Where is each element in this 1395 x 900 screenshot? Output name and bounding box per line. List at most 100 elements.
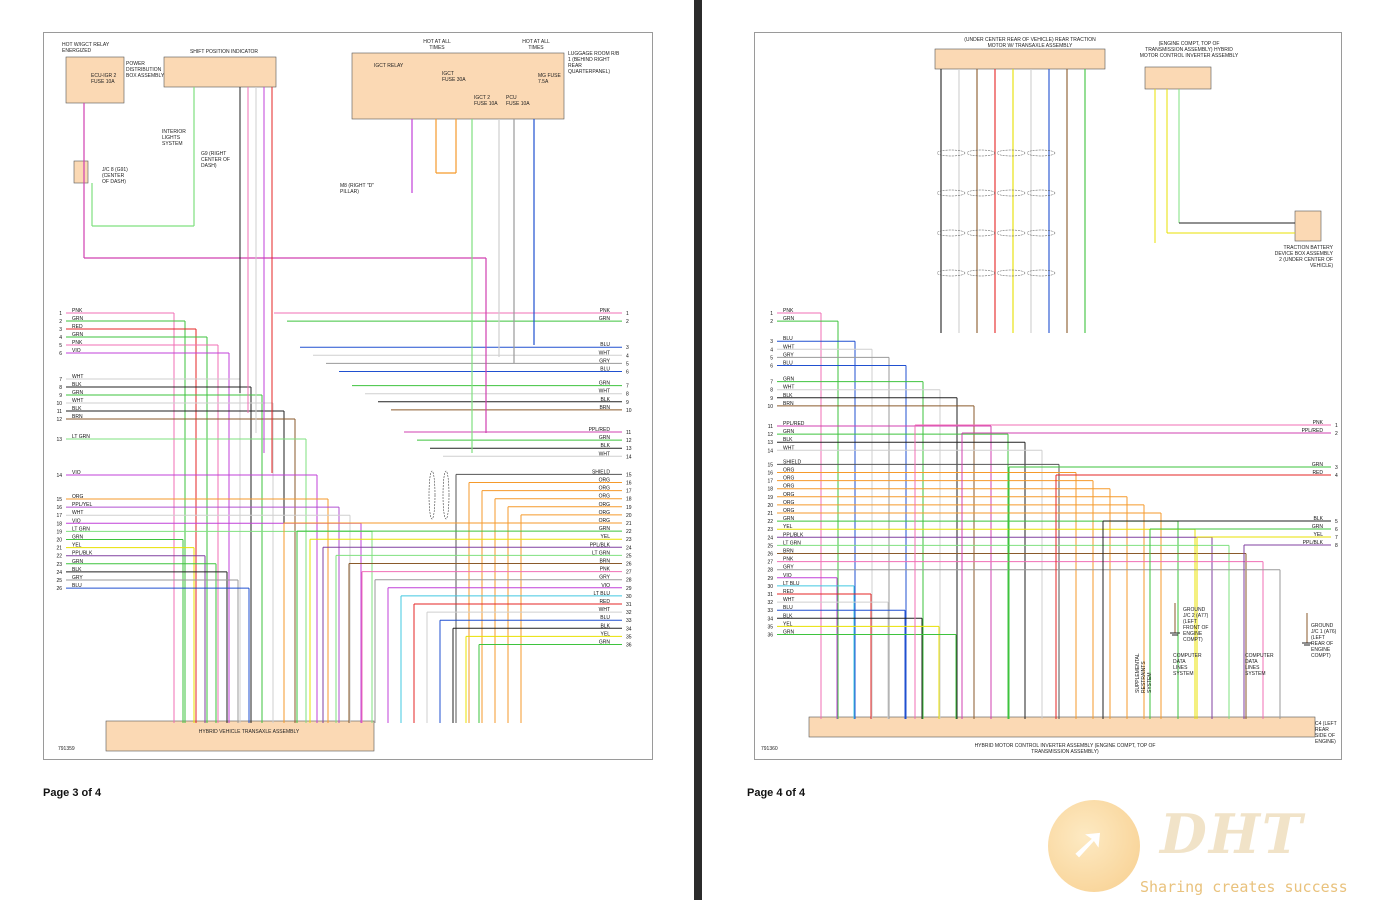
shield-marker bbox=[996, 149, 1026, 157]
hot-at-all-times-1: HOT AT ALL TIMES bbox=[423, 39, 451, 51]
wire-number-right: 24 bbox=[626, 545, 632, 551]
wire-number-left: 2 bbox=[770, 319, 773, 325]
inverter-top-box bbox=[1144, 66, 1212, 90]
wire-number-left: 22 bbox=[56, 554, 62, 560]
wire-number-right: 20 bbox=[626, 513, 632, 519]
wire-number-right: 27 bbox=[626, 570, 632, 576]
hot-at-all-times-2: HOT AT ALL TIMES bbox=[522, 39, 550, 51]
wire-number-left: 4 bbox=[59, 335, 62, 341]
m8-ground-label: M8 (RIGHT "D" PILLAR) bbox=[340, 183, 375, 195]
c4-label: C4 (LEFT REAR SIDE OF ENGINE) bbox=[1315, 721, 1337, 745]
wire-number-right: 10 bbox=[626, 408, 632, 414]
wire-number-right: 1 bbox=[1335, 423, 1338, 429]
shield-marker bbox=[966, 229, 996, 237]
wire-number-right: 4 bbox=[626, 353, 629, 359]
wire-number-left: 23 bbox=[56, 562, 62, 568]
shield-marker bbox=[996, 189, 1026, 197]
wiring-sheet-page-3: 1 PNK 2 GRN 3 RED 4 GRN 5 PNK 6 VIO 7 WHT 8 BLK 9 GRN 10 WH… bbox=[43, 32, 653, 760]
wiring-sheet-page-4: 1 PNK 2 GRN 3 BLU 4 WHT 5 GRY 6 BLU 7 GRN 8 WHT 9 BLK 10 BR… bbox=[754, 32, 1342, 760]
wire-number-left: 19 bbox=[56, 529, 62, 535]
shield-marker bbox=[966, 189, 996, 197]
computer-data-lines-2: COMPUTER DATA LINES SYSTEM bbox=[1245, 653, 1274, 677]
wire-number-right: 16 bbox=[626, 481, 632, 487]
wire-number-right: 9 bbox=[626, 400, 629, 406]
power-distribution-label: POWER DISTRIBUTION BOX ASSEMBLY bbox=[126, 61, 165, 79]
wire-number-left: 21 bbox=[767, 511, 773, 517]
wire-number-left: 14 bbox=[767, 448, 773, 454]
figure-number: 791360 bbox=[761, 746, 778, 752]
wire-number-right: 21 bbox=[626, 521, 632, 527]
wire-number-left: 33 bbox=[767, 608, 773, 614]
wire-number-right: 7 bbox=[1335, 535, 1338, 541]
shield-marker bbox=[966, 149, 996, 157]
wire-number-right: 26 bbox=[626, 562, 632, 568]
wire-number-right: 32 bbox=[626, 610, 632, 616]
wire-number-right: 6 bbox=[1335, 527, 1338, 533]
ground-jc1-label: GROUND J/C 1 (A76) (LEFT REAR OF ENGINE … bbox=[1311, 623, 1337, 659]
wire-number-right: 8 bbox=[1335, 543, 1338, 549]
wire-number-right: 35 bbox=[626, 634, 632, 640]
page-label-3: Page 3 of 4 bbox=[43, 787, 102, 799]
wire-number-left: 16 bbox=[56, 505, 62, 511]
wire-number-left: 18 bbox=[56, 521, 62, 527]
luggage-relay-block-label: LUGGAGE ROOM R/B 1 (BEHIND RIGHT REAR QU… bbox=[568, 51, 620, 75]
traction-battery-label: TRACTION BATTERY DEVICE BOX ASSEMBLY 2 (… bbox=[1274, 245, 1333, 269]
wire-number-left: 17 bbox=[767, 479, 773, 485]
inverter-top-title: (ENGINE COMPT, TOP OF TRANSMISSION ASSEM… bbox=[1139, 41, 1239, 59]
wire-number-left: 5 bbox=[770, 355, 773, 361]
wire-number-right: 28 bbox=[626, 578, 632, 584]
interior-lights-label: INTERIOR LIGHTS SYSTEM bbox=[162, 129, 186, 147]
wire-number-right: 11 bbox=[626, 430, 631, 436]
wire-number-left: 15 bbox=[767, 462, 773, 468]
wire-number-left: 11 bbox=[768, 424, 773, 430]
wire-number-right: 6 bbox=[626, 370, 629, 376]
wire-number-left: 24 bbox=[56, 570, 62, 576]
wire-number-left: 9 bbox=[59, 393, 62, 399]
wire-number-left: 12 bbox=[56, 417, 62, 423]
wire-number-right: 3 bbox=[626, 345, 629, 351]
transaxle-assembly-label: HYBRID VEHICLE TRANSAXLE ASSEMBLY bbox=[198, 729, 300, 735]
wire-number-left: 29 bbox=[767, 576, 773, 582]
wire-number-right: 5 bbox=[1335, 519, 1338, 525]
wire-number-right: 2 bbox=[626, 319, 629, 325]
g9-ground-label: G9 (RIGHT CENTER OF DASH) bbox=[201, 151, 230, 169]
wire-number-left: 20 bbox=[767, 503, 773, 509]
wire-number-left: 4 bbox=[770, 347, 773, 353]
wire-number-left: 11 bbox=[57, 409, 62, 415]
wire-number-left: 35 bbox=[767, 624, 773, 630]
battery-box bbox=[1294, 210, 1322, 242]
wire-number-right: 33 bbox=[626, 618, 632, 624]
rear-motor-title: (UNDER CENTER REAR OF VEHICLE) REAR TRAC… bbox=[964, 37, 1096, 49]
page-divider bbox=[694, 0, 702, 900]
wire-number-left: 15 bbox=[56, 497, 62, 503]
wire-number-right: 31 bbox=[626, 602, 632, 608]
supplemental-restraints-label: SUPPLEMENTAL RESTRAINTS SYSTEM bbox=[1135, 653, 1153, 693]
wire-number-left: 3 bbox=[59, 327, 62, 333]
wire-number-left: 6 bbox=[770, 364, 773, 370]
igct2-fuse-label: IGCT 2 FUSE 10A bbox=[474, 95, 498, 107]
shield-marker bbox=[428, 470, 436, 520]
wire-number-left: 8 bbox=[770, 388, 773, 394]
wire-number-right: 14 bbox=[626, 454, 632, 460]
inverter-bottom-box bbox=[808, 716, 1316, 738]
wire-number-right: 7 bbox=[626, 384, 629, 390]
wire-number-left: 7 bbox=[770, 380, 773, 386]
wire-number-left: 1 bbox=[59, 311, 62, 317]
inverter-assembly-label: HYBRID MOTOR CONTROL INVERTER ASSEMBLY (… bbox=[974, 743, 1156, 755]
wire-number-left: 16 bbox=[767, 471, 773, 477]
wire-number-left: 12 bbox=[767, 432, 773, 438]
wiring-diagram-page-3: 1 PNK2 GRN3 RED4 GRN5 PNK6 VIO7 WHT8 BLK9 GRN10 WH… bbox=[56, 52, 632, 752]
wire-number-left: 28 bbox=[767, 568, 773, 574]
relay-note: HOT W/IGCT RELAY ENERGIZED bbox=[62, 42, 110, 54]
wire-number-right: 3 bbox=[1335, 465, 1338, 471]
wire-number-left: 24 bbox=[767, 535, 773, 541]
wire-number-left: 10 bbox=[56, 401, 62, 407]
wire-number-left: 14 bbox=[56, 473, 62, 479]
transaxle-box bbox=[105, 720, 375, 752]
arrow-icon: ➚ bbox=[1070, 818, 1107, 869]
wire-number-right: 15 bbox=[626, 472, 632, 478]
wire-number-left: 25 bbox=[767, 543, 773, 549]
wire-number-left: 32 bbox=[767, 600, 773, 606]
wire-number-left: 20 bbox=[56, 538, 62, 544]
junction-j8-label: J/C 8 (G91) (CENTER OF DASH) bbox=[102, 167, 128, 185]
